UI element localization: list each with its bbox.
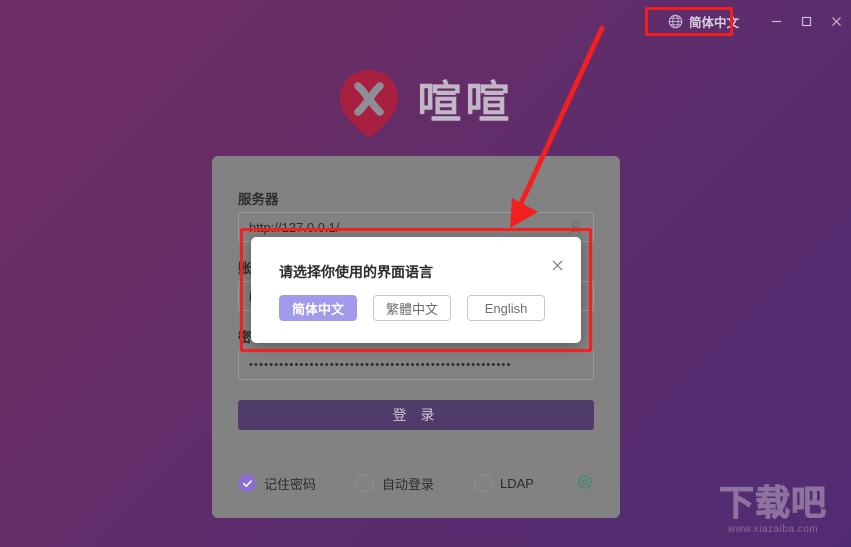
password-input-value: ••••••••••••••••••••••••••••••••••••••••… (249, 359, 512, 371)
login-button[interactable]: 登 录 (238, 400, 594, 430)
check-icon (242, 479, 252, 487)
minimize-icon (771, 20, 781, 22)
server-label: 服务器 (238, 192, 279, 207)
close-icon (831, 16, 841, 26)
brand-header: 喧喧 (0, 68, 851, 138)
auto-login-label: 自动登录 (382, 476, 435, 492)
app-window: 简体中文 喧喧 服务器 http://127.0.0.1/ ••••••••••… (0, 0, 851, 547)
gear-icon[interactable] (576, 474, 594, 492)
password-input[interactable]: ••••••••••••••••••••••••••••••••••••••••… (238, 350, 594, 380)
watermark-main-text: 下载吧 (718, 484, 827, 523)
auto-login-checkbox[interactable] (356, 474, 374, 492)
x-pin-logo-icon (338, 68, 400, 138)
maximize-button[interactable] (791, 0, 821, 42)
login-options: 记住密码 自动登录 LDAP (238, 470, 594, 496)
minimize-button[interactable] (761, 0, 791, 42)
auto-login-option[interactable]: 自动登录 (356, 474, 474, 493)
remember-password-option[interactable]: 记住密码 (238, 474, 356, 493)
annotation-arrow-icon (510, 25, 605, 228)
remember-password-label: 记住密码 (264, 476, 317, 492)
close-button[interactable] (821, 0, 851, 42)
maximize-icon (801, 16, 811, 26)
annotation-box-language-dialog (240, 228, 592, 352)
remember-password-checkbox[interactable] (238, 474, 256, 492)
ldap-label: LDAP (500, 475, 534, 491)
window-controls (761, 0, 851, 42)
watermark: 下载吧 www.xiazaiba.com (703, 484, 843, 543)
annotation-box-language-switch (645, 7, 733, 36)
ldap-option[interactable]: LDAP (474, 474, 566, 492)
ldap-checkbox[interactable] (474, 474, 492, 492)
watermark-sub-text: www.xiazaiba.com (727, 523, 819, 535)
